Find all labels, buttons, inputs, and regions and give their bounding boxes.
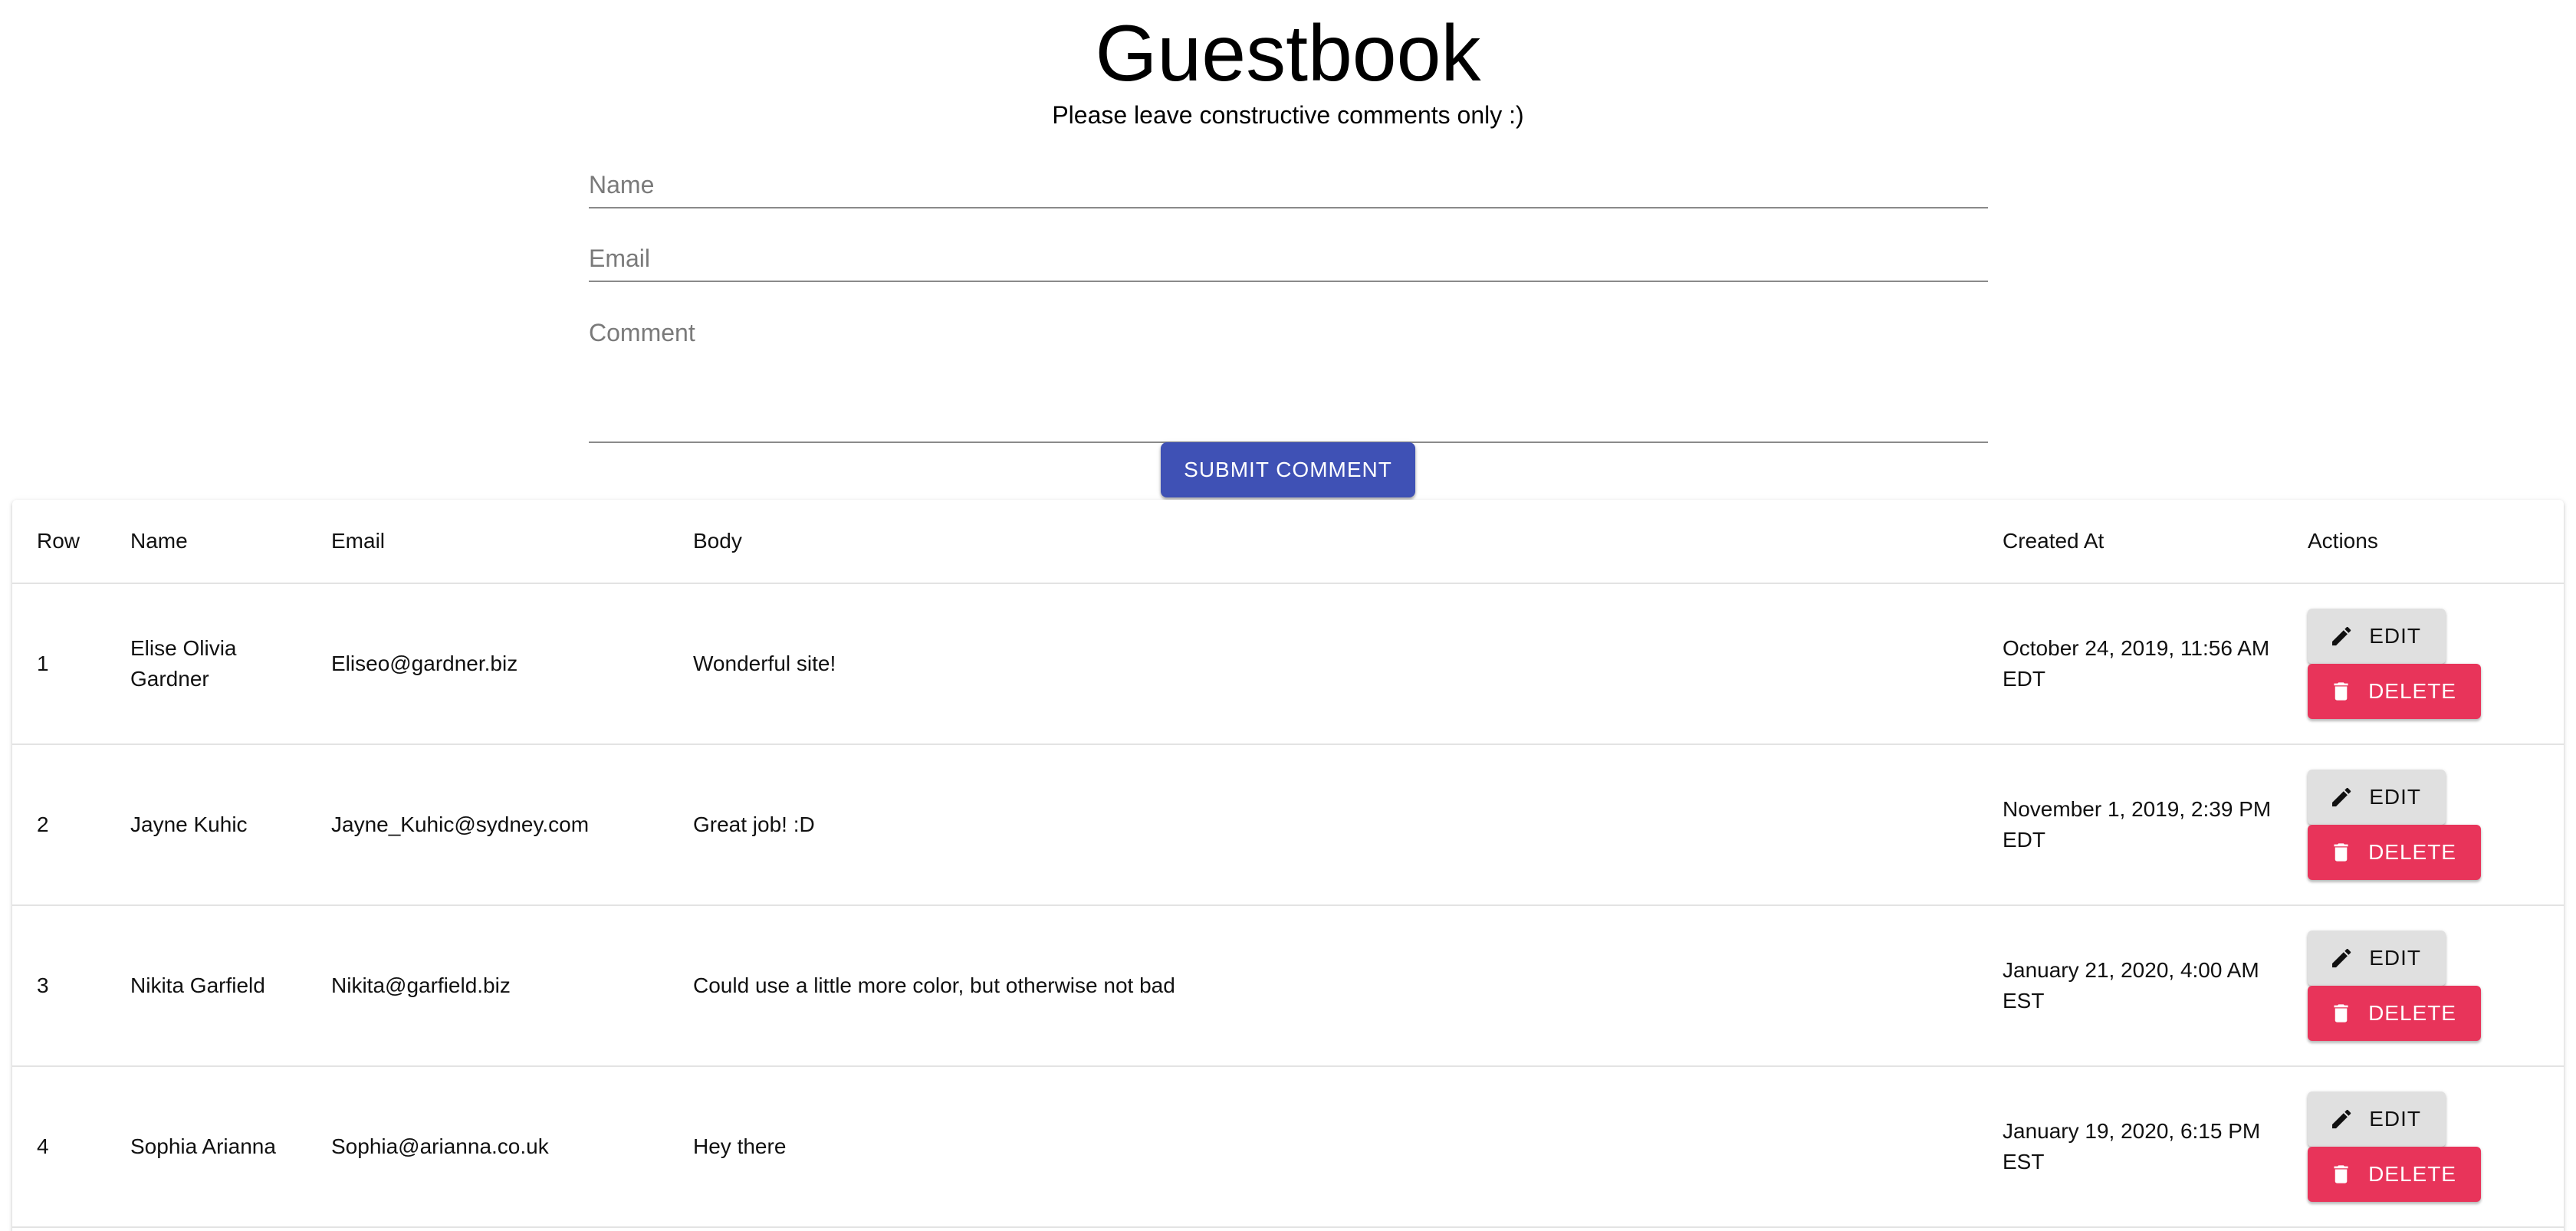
comments-table: Row Name Email Body Created At Actions 1…: [12, 500, 2564, 1231]
pencil-icon: [2332, 787, 2351, 807]
delete-label: DELETE: [2368, 840, 2456, 864]
cell-row: 2: [12, 744, 106, 906]
cell-name: Elise Olivia Gardner: [106, 583, 307, 745]
page-subtitle: Please leave constructive comments only …: [1052, 101, 1524, 129]
cell-row: 4: [12, 1066, 106, 1228]
edit-label: EDIT: [2369, 624, 2421, 648]
email-field: [589, 238, 1988, 282]
cell-actions: EDIT DELETE: [2283, 1066, 2564, 1228]
delete-label: DELETE: [2368, 1162, 2456, 1186]
cell-created-at: November 1, 2019, 2:39 PM EDT: [1978, 744, 2283, 906]
name-field: [589, 164, 1988, 208]
header-actions: Actions: [2283, 500, 2564, 584]
cell-actions: EDIT DELETE: [2283, 744, 2564, 906]
trash-icon: [2334, 1004, 2348, 1023]
delete-button[interactable]: DELETE: [2308, 986, 2481, 1041]
cell-created-at: January 19, 2020, 6:15 PM EST: [1978, 1066, 2283, 1228]
pencil-icon: [2332, 626, 2351, 646]
header-body: Body: [669, 500, 1978, 584]
comment-input[interactable]: [589, 311, 1988, 440]
edit-button[interactable]: EDIT: [2308, 770, 2446, 825]
edit-button[interactable]: EDIT: [2308, 931, 2446, 986]
table-header-row: Row Name Email Body Created At Actions: [12, 500, 2564, 584]
edit-label: EDIT: [2369, 1107, 2421, 1131]
header-email: Email: [307, 500, 669, 584]
cell-name: Jayne Kuhic: [106, 744, 307, 906]
header-row: Row: [12, 500, 106, 584]
delete-button[interactable]: DELETE: [2308, 664, 2481, 719]
table-row: 2 Jayne Kuhic Jayne_Kuhic@sydney.com Gre…: [12, 744, 2564, 906]
table-row: 4 Sophia Arianna Sophia@arianna.co.uk He…: [12, 1066, 2564, 1228]
name-input[interactable]: [589, 164, 1988, 205]
edit-label: EDIT: [2369, 946, 2421, 970]
cell-row: 3: [12, 905, 106, 1067]
email-input[interactable]: [589, 238, 1988, 279]
page-title: Guestbook: [1095, 9, 1481, 98]
trash-icon: [2334, 843, 2348, 862]
cell-email: Jayne_Kuhic@sydney.com: [307, 744, 669, 906]
cell-body: Hey there: [669, 1066, 1978, 1228]
cell-created-at: October 24, 2019, 11:56 AM EDT: [1978, 583, 2283, 745]
submit-comment-button[interactable]: SUBMIT COMMENT: [1161, 442, 1415, 497]
cell-created-at: January 21, 2020, 4:00 AM EST: [1978, 905, 2283, 1067]
delete-label: DELETE: [2368, 679, 2456, 703]
edit-button[interactable]: EDIT: [2308, 609, 2446, 664]
delete-button[interactable]: DELETE: [2308, 1147, 2481, 1202]
cell-actions: EDIT DELETE: [2283, 905, 2564, 1067]
cell-body: Great job! :D: [669, 744, 1978, 906]
cell-name: Nikita Garfield: [106, 905, 307, 1067]
cell-email: Nikita@garfield.biz: [307, 905, 669, 1067]
table-row: 1 Elise Olivia Gardner Eliseo@gardner.bi…: [12, 583, 2564, 745]
comment-field: [589, 311, 1988, 443]
cell-body: Could use a little more color, but other…: [669, 905, 1978, 1067]
cell-row: 1: [12, 583, 106, 745]
table-row: 3 Nikita Garfield Nikita@garfield.biz Co…: [12, 905, 2564, 1067]
pencil-icon: [2332, 1109, 2351, 1129]
delete-button[interactable]: DELETE: [2308, 825, 2481, 880]
cell-email: Eliseo@gardner.biz: [307, 583, 669, 745]
trash-icon: [2334, 682, 2348, 701]
guestbook-page: Guestbook Please leave constructive comm…: [0, 0, 2576, 1231]
delete-label: DELETE: [2368, 1001, 2456, 1025]
header-created-at: Created At: [1978, 500, 2283, 584]
cell-email: Sophia@arianna.co.uk: [307, 1066, 669, 1228]
pencil-icon: [2332, 948, 2351, 968]
cell-name: Sophia Arianna: [106, 1066, 307, 1228]
trash-icon: [2334, 1165, 2348, 1183]
edit-button[interactable]: EDIT: [2308, 1091, 2446, 1147]
header-name: Name: [106, 500, 307, 584]
cell-actions: EDIT DELETE: [2283, 583, 2564, 745]
edit-label: EDIT: [2369, 785, 2421, 809]
cell-body: Wonderful site!: [669, 583, 1978, 745]
